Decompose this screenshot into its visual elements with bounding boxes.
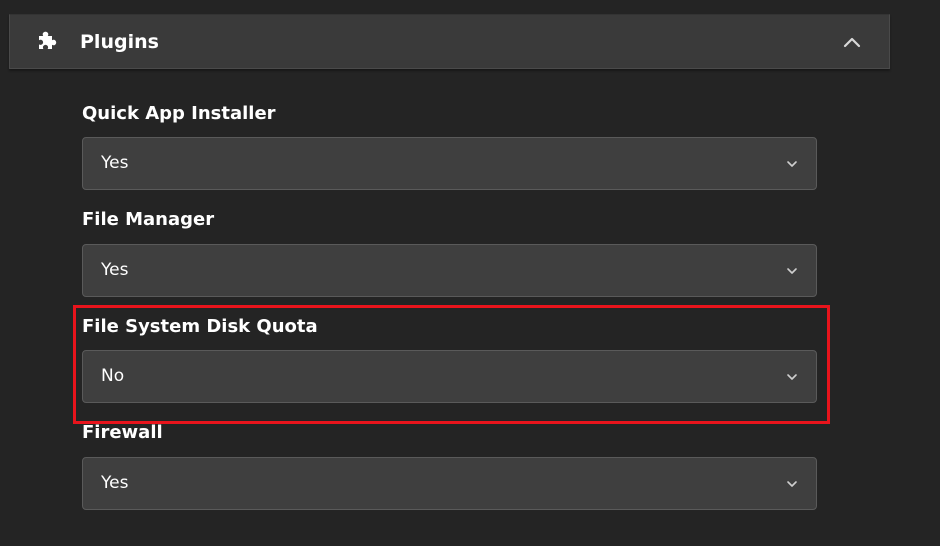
chevron-up-icon[interactable] [842,32,862,52]
firewall-select[interactable]: Yes [82,457,817,510]
plugins-settings-page: Plugins Quick App Installer Yes File Man… [0,0,940,546]
select-value: Yes [101,153,129,173]
select-value: Yes [101,473,129,493]
chevron-down-icon [787,268,797,274]
section-title: Plugins [80,31,159,53]
select-value: No [101,366,125,386]
chevron-down-icon [787,161,797,167]
file-manager-label: File Manager [82,209,215,230]
file-system-disk-quota-label: File System Disk Quota [82,316,318,337]
chevron-down-icon [787,374,797,380]
quick-app-installer-select[interactable]: Yes [82,137,817,190]
file-system-disk-quota-select[interactable]: No [82,350,817,403]
select-value: Yes [101,260,129,280]
puzzle-icon [39,31,57,49]
chevron-down-icon [787,481,797,487]
file-manager-select[interactable]: Yes [82,244,817,297]
firewall-label: Firewall [82,422,163,443]
plugins-section-header[interactable]: Plugins [9,14,890,69]
quick-app-installer-label: Quick App Installer [82,103,276,124]
